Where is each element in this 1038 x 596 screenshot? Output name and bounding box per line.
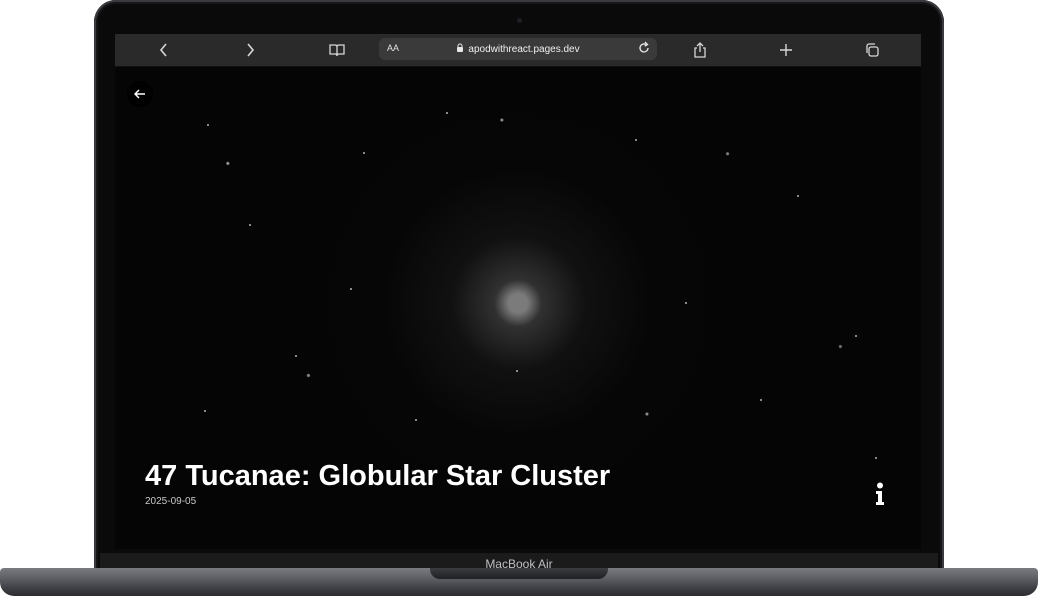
star [685, 302, 687, 304]
star [760, 399, 762, 401]
back-chevron-button[interactable] [153, 40, 175, 60]
info-button[interactable] [870, 482, 890, 506]
address-bar[interactable]: AA apodwithreact.pages.dev [379, 38, 657, 60]
address-url: apodwithreact.pages.dev [379, 43, 657, 56]
safari-toolbar: AA apodwithreact.pages.dev [115, 34, 921, 67]
star [516, 370, 518, 372]
tabs-overview-button[interactable] [861, 40, 883, 60]
book-icon [329, 44, 345, 57]
share-icon [694, 42, 706, 58]
apod-image-viewport: 47 Tucanae: Globular Star Cluster 2025-0… [115, 67, 921, 549]
laptop-brand-label: MacBook Air [485, 557, 553, 571]
star [875, 457, 877, 459]
page-date: 2025-09-05 [145, 496, 197, 507]
star [415, 419, 417, 421]
lock-icon [456, 43, 464, 56]
chevron-right-icon [247, 43, 255, 57]
star [207, 124, 209, 126]
new-tab-button[interactable] [775, 40, 797, 60]
share-button[interactable] [689, 40, 711, 60]
reader-button[interactable] [326, 40, 348, 60]
address-url-text: apodwithreact.pages.dev [468, 44, 580, 55]
star [204, 410, 206, 412]
tabs-icon [866, 43, 879, 57]
back-button[interactable] [127, 81, 153, 107]
star [249, 224, 251, 226]
star [855, 335, 857, 337]
laptop-screen: AA apodwithreact.pages.dev 47 Tucanae: G… [115, 34, 921, 549]
star [295, 355, 297, 357]
camera-dot [517, 18, 522, 23]
forward-chevron-button[interactable] [239, 40, 261, 60]
plus-icon [780, 44, 792, 56]
reload-icon[interactable] [637, 41, 651, 60]
star [363, 152, 365, 154]
star [797, 195, 799, 197]
back-arrow-icon [134, 89, 145, 99]
star [446, 112, 448, 114]
chevron-left-icon [159, 43, 167, 57]
info-icon [876, 482, 884, 505]
page-title: 47 Tucanae: Globular Star Cluster [145, 460, 611, 492]
star [350, 288, 352, 290]
star [635, 139, 637, 141]
